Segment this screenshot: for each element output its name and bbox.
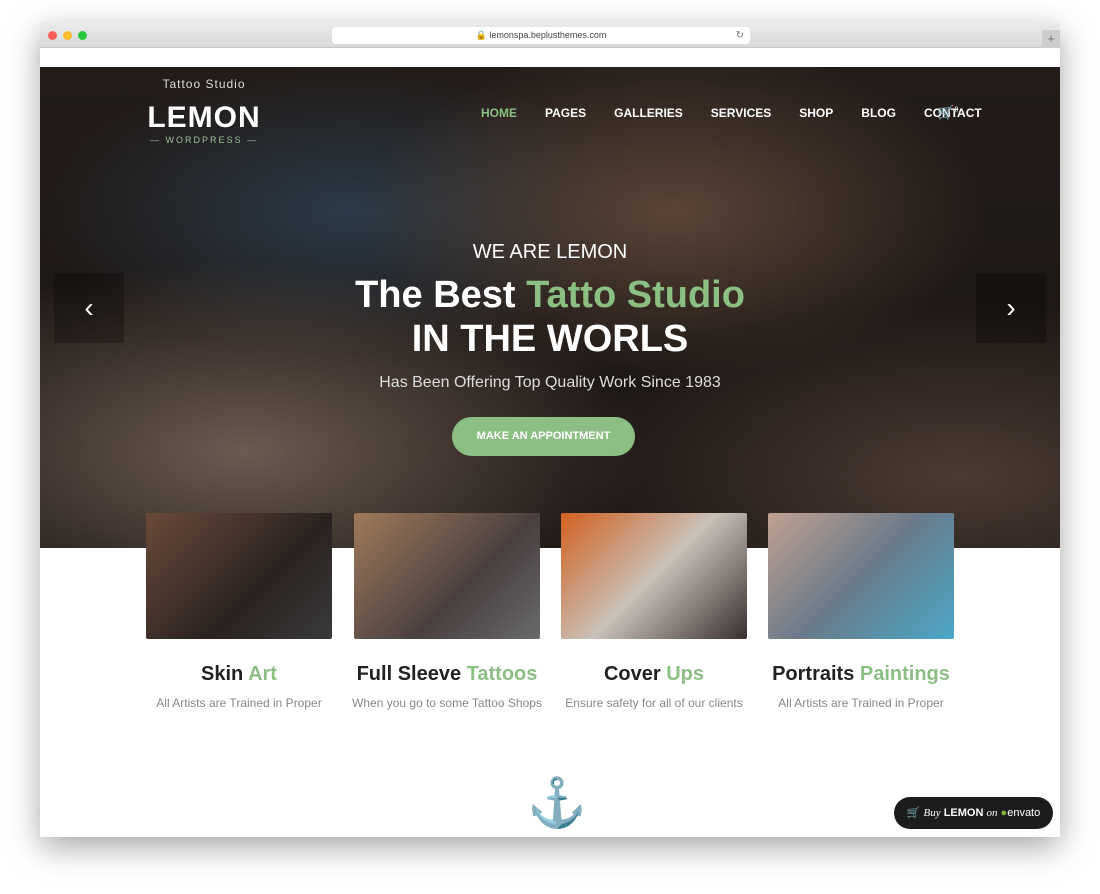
hero-subtitle: Has Been Offering Top Quality Work Since… [379, 374, 721, 391]
logo-tagline: Tattoo Studio [162, 77, 246, 91]
feature-title: Cover Ups [603, 663, 705, 685]
lock-icon: 🔒 [475, 30, 487, 40]
nav-galleries[interactable]: GALLERIES [614, 106, 683, 120]
cart-count: 0 [954, 106, 959, 114]
nav-pages[interactable]: PAGES [545, 106, 586, 120]
hero-slider: Tattoo Studio LEMON — WORDPRESS — HOME P… [40, 67, 1060, 548]
address-bar[interactable]: 🔒 lemonspa.beplusthemes.com ↻ [332, 27, 750, 44]
close-button[interactable] [48, 31, 57, 40]
nav-blog[interactable]: BLOG [861, 106, 896, 120]
feature-title: Full Sleeve Tattoos [356, 663, 538, 685]
feature-title: Portraits Paintings [772, 663, 950, 685]
cart-icon[interactable]: 🛒0 [937, 104, 958, 121]
logo-name: LEMON [147, 101, 261, 134]
feature-image-portraits[interactable] [768, 513, 954, 639]
feature-image-cover-ups[interactable] [561, 513, 747, 639]
main-nav: HOME PAGES GALLERIES SERVICES SHOP BLOG … [481, 106, 1010, 120]
reload-icon[interactable]: ↻ [736, 27, 744, 44]
anchor-icon: ⚓ [527, 777, 587, 830]
logo-sub: — WORDPRESS — [149, 135, 258, 145]
hero-eyebrow: WE ARE LEMON [472, 241, 628, 263]
logo[interactable]: Tattoo Studio LEMON — WORDPRESS — [144, 77, 264, 145]
nav-shop[interactable]: SHOP [799, 106, 833, 120]
url-text: lemonspa.beplusthemes.com [489, 30, 607, 40]
hero-title: The Best Tatto Studio IN THE WORLS [355, 274, 745, 360]
nav-home[interactable]: HOME [481, 106, 517, 120]
appointment-button[interactable]: MAKE AN APPOINTMENT [452, 417, 635, 456]
feature-image-full-sleeve[interactable] [354, 513, 540, 639]
browser-chrome: 🔒 lemonspa.beplusthemes.com ↻ + [40, 22, 1060, 48]
feature-desc: When you go to some Tattoo Shops [352, 696, 542, 710]
feature-desc: All Artists are Trained in Proper [778, 696, 944, 710]
cart-icon: 🛒 [906, 807, 921, 819]
feature-title: Skin Art [201, 663, 277, 685]
feature-image-skin-art[interactable] [146, 513, 332, 639]
feature-desc: All Artists are Trained in Proper [156, 696, 322, 710]
buy-on-envato-button[interactable]: 🛒 Buy LEMON on ●envato [894, 797, 1053, 829]
new-tab-button[interactable]: + [1042, 30, 1060, 48]
maximize-button[interactable] [78, 31, 87, 40]
feature-desc: Ensure safety for all of our clients [565, 696, 743, 710]
nav-services[interactable]: SERVICES [711, 106, 771, 120]
minimize-button[interactable] [63, 31, 72, 40]
browser-window: 🔒 lemonspa.beplusthemes.com ↻ + Tattoo St… [40, 22, 1060, 837]
